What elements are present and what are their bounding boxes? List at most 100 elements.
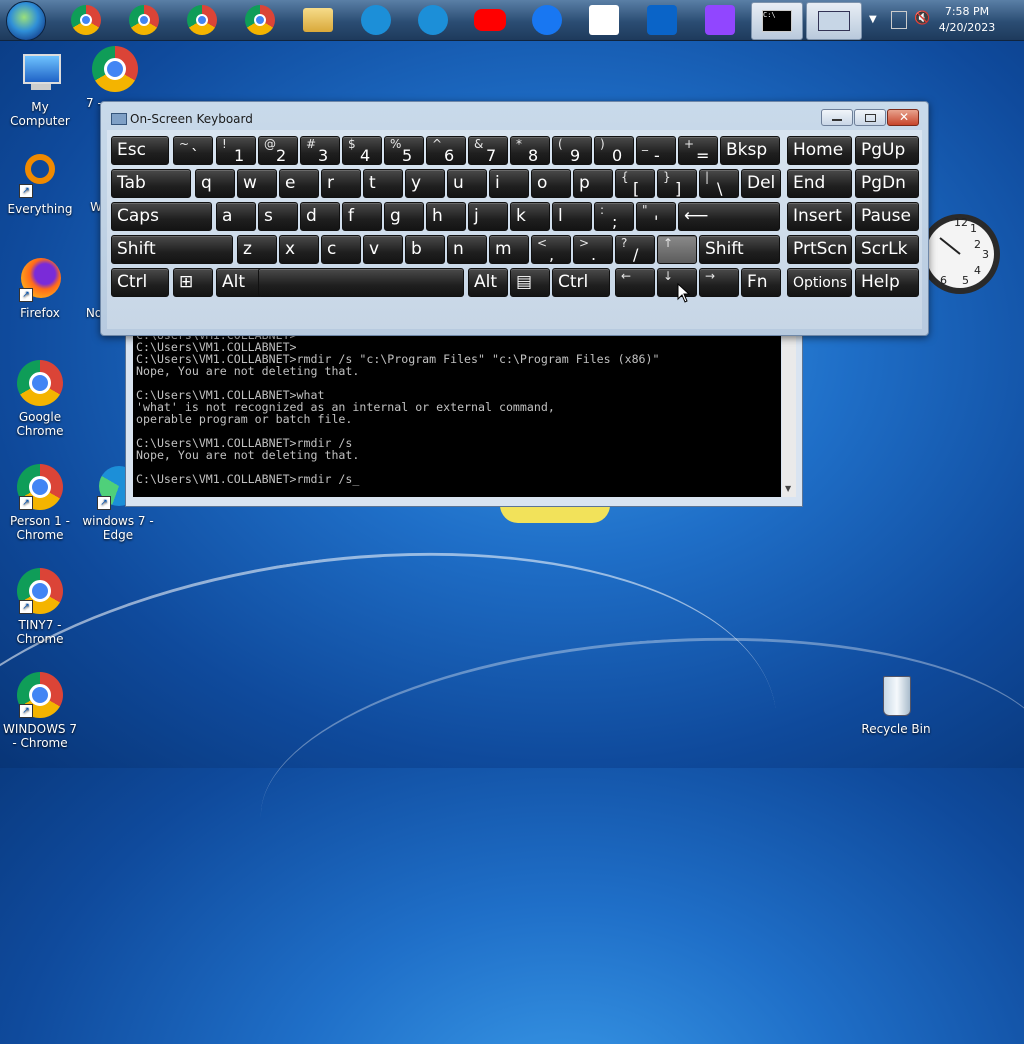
on-screen-keyboard-window[interactable]: On-Screen Keyboard ✕ Esc ~ `! 1 @2 #3 $4% 5 ^ 6 & 7… xyxy=(100,101,929,336)
key-v[interactable]: v xyxy=(363,235,403,264)
key-t[interactable]: t xyxy=(363,169,403,198)
key-7[interactable]: & 7 xyxy=(468,136,508,165)
key-prtscn[interactable]: PrtScn xyxy=(787,235,852,264)
key-symbol[interactable]: + = xyxy=(678,136,718,165)
key-3[interactable]: #3 xyxy=(300,136,340,165)
key-d[interactable]: d xyxy=(300,202,340,231)
key-symbol[interactable]: ← xyxy=(615,268,655,297)
key-del[interactable]: Del xyxy=(741,169,781,198)
key-y[interactable]: y xyxy=(405,169,445,198)
key-a[interactable]: a xyxy=(216,202,256,231)
volume-muted-icon[interactable]: 🔇 xyxy=(914,11,930,26)
taskbar-pin-outlook[interactable] xyxy=(640,2,684,38)
console-output[interactable]: C:\Users\VM1.COLLABNET> C:\Users\VM1.COLL… xyxy=(133,327,781,497)
key-h[interactable]: h xyxy=(426,202,466,231)
key-symbol[interactable]: ⊞ xyxy=(173,268,213,297)
key-alt[interactable]: Alt xyxy=(468,268,508,297)
key-p[interactable]: p xyxy=(573,169,613,198)
key-c[interactable]: c xyxy=(321,235,361,264)
taskbar-pin-amazon[interactable] xyxy=(582,2,626,38)
key-scrlk[interactable]: ScrLk xyxy=(855,235,919,264)
key-n[interactable]: n xyxy=(447,235,487,264)
key-o[interactable]: o xyxy=(531,169,571,198)
key-symbol[interactable]: ~ ` xyxy=(173,136,213,165)
key-symbol[interactable]: ▤ xyxy=(510,268,550,297)
key-help[interactable]: Help xyxy=(855,268,919,297)
key-symbol[interactable]: _ - xyxy=(636,136,676,165)
key-q[interactable]: q xyxy=(195,169,235,198)
key-u[interactable]: u xyxy=(447,169,487,198)
key-symbol[interactable]: }] xyxy=(657,169,697,198)
tray-time[interactable]: 7:58 PM xyxy=(932,5,1002,18)
key-shift[interactable]: Shift xyxy=(699,235,780,264)
clock-gadget[interactable]: 12 123456 xyxy=(918,192,1002,316)
key-space[interactable] xyxy=(258,268,464,297)
key-symbol[interactable]: ↑ xyxy=(657,235,697,264)
key-symbol[interactable]: >. xyxy=(573,235,613,264)
key-8[interactable]: * 8 xyxy=(510,136,550,165)
taskbar-pin-facebook[interactable] xyxy=(525,2,569,38)
tray-date[interactable]: 4/20/2023 xyxy=(932,21,1002,34)
desktop-icon-recycle-bin[interactable]: Recycle Bin xyxy=(856,672,936,736)
key-ctrl[interactable]: Ctrl xyxy=(552,268,610,297)
scroll-down-icon[interactable]: ▼ xyxy=(785,484,791,493)
key-shift[interactable]: Shift xyxy=(111,235,233,264)
taskbar-pin-chrome-profile[interactable] xyxy=(122,2,166,38)
desktop-icon-firefox[interactable]: ↗ Firefox xyxy=(0,256,80,320)
desktop-icon-my-computer[interactable]: My Computer xyxy=(0,50,80,128)
key-esc[interactable]: Esc xyxy=(111,136,169,165)
taskbar-pin-file-explorer[interactable] xyxy=(296,2,340,38)
key-6[interactable]: ^ 6 xyxy=(426,136,466,165)
key-tab[interactable]: Tab xyxy=(111,169,191,198)
key-i[interactable]: i xyxy=(489,169,529,198)
key-e[interactable]: e xyxy=(279,169,319,198)
key-x[interactable]: x xyxy=(279,235,319,264)
network-icon[interactable] xyxy=(891,11,907,29)
key-0[interactable]: ) 0 xyxy=(594,136,634,165)
desktop-icon-windows7-chrome[interactable]: ↗ WINDOWS 7 - Chrome xyxy=(0,672,80,750)
taskbar-pin-twitch[interactable] xyxy=(698,2,742,38)
key-pgup[interactable]: PgUp xyxy=(855,136,919,165)
key-home[interactable]: Home xyxy=(787,136,852,165)
key-symbol[interactable]: <, xyxy=(531,235,571,264)
taskbar-pin-youtube[interactable] xyxy=(468,2,512,38)
key-l[interactable]: l xyxy=(552,202,592,231)
key-f[interactable]: f xyxy=(342,202,382,231)
tray-expand-icon[interactable]: ▼ xyxy=(869,14,877,25)
desktop-icon-google-chrome[interactable]: Google Chrome xyxy=(0,360,80,438)
key-2[interactable]: @2 xyxy=(258,136,298,165)
key-alt[interactable]: Alt xyxy=(216,268,263,297)
minimize-button[interactable] xyxy=(821,109,853,126)
taskbar-pin-edge[interactable] xyxy=(411,2,455,38)
command-prompt-window[interactable]: C:\Users\VM1.COLLABNET> C:\Users\VM1.COLL… xyxy=(125,320,803,507)
maximize-button[interactable] xyxy=(854,109,886,126)
key-4[interactable]: $4 xyxy=(342,136,382,165)
desktop-icon-person1-chrome[interactable]: ↗ Person 1 - Chrome xyxy=(0,464,80,542)
taskbar-pin-edge[interactable] xyxy=(354,2,398,38)
key-m[interactable]: m xyxy=(489,235,529,264)
console-scrollbar[interactable]: ▼ xyxy=(782,327,796,497)
key-z[interactable]: z xyxy=(237,235,277,264)
taskbar-pin-chrome[interactable] xyxy=(64,2,108,38)
key-end[interactable]: End xyxy=(787,169,852,198)
key-bksp[interactable]: Bksp xyxy=(720,136,780,165)
key-pause[interactable]: Pause xyxy=(855,202,919,231)
key-symbol[interactable]: " ' xyxy=(636,202,676,231)
key-s[interactable]: s xyxy=(258,202,298,231)
key-g[interactable]: g xyxy=(384,202,424,231)
key-symbol[interactable]: ⟵ xyxy=(678,202,780,231)
key-r[interactable]: r xyxy=(321,169,361,198)
key-caps[interactable]: Caps xyxy=(111,202,212,231)
key-ctrl[interactable]: Ctrl xyxy=(111,268,169,297)
key-insert[interactable]: Insert xyxy=(787,202,852,231)
key-pgdn[interactable]: PgDn xyxy=(855,169,919,198)
key-k[interactable]: k xyxy=(510,202,550,231)
key-9[interactable]: (9 xyxy=(552,136,592,165)
key-w[interactable]: w xyxy=(237,169,277,198)
key-options[interactable]: Options xyxy=(787,268,852,297)
key-symbol[interactable]: :; xyxy=(594,202,634,231)
key-5[interactable]: % 5 xyxy=(384,136,424,165)
key-fn[interactable]: Fn xyxy=(741,268,781,297)
key-j[interactable]: j xyxy=(468,202,508,231)
key-symbol[interactable]: ? / xyxy=(615,235,655,264)
